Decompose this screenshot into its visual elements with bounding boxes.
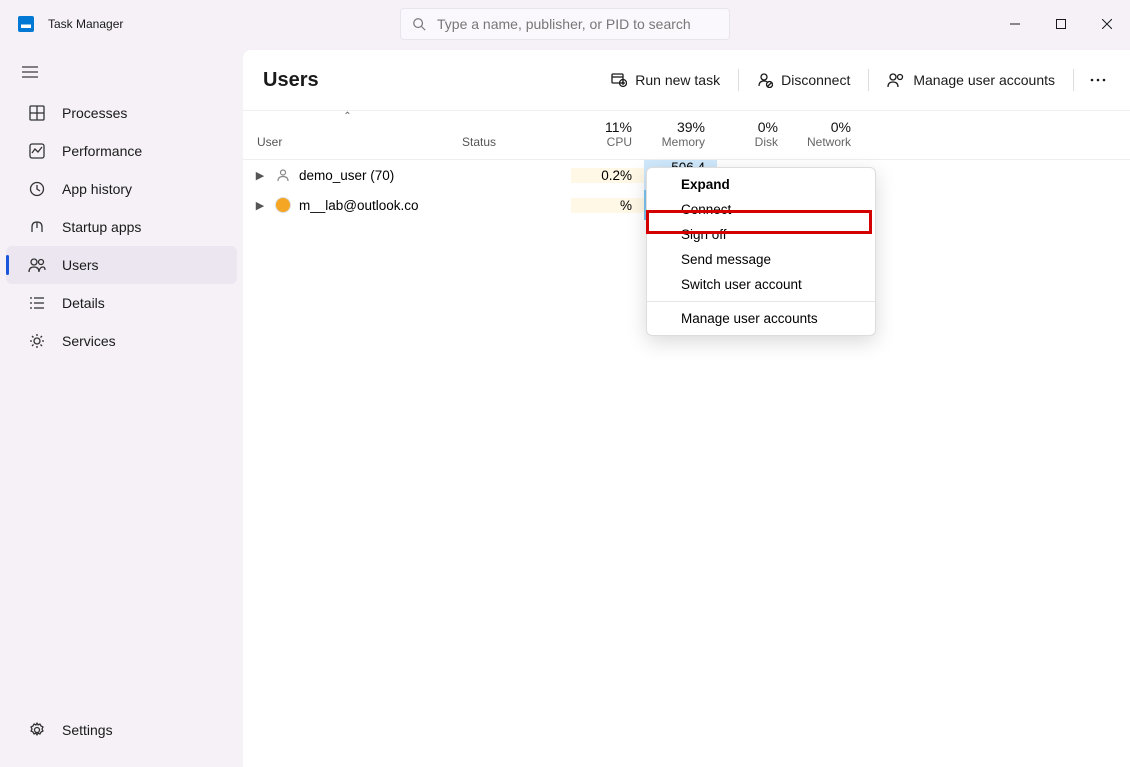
sidebar-item-app-history[interactable]: App history bbox=[6, 170, 237, 208]
user-name: m__lab@outlook.co bbox=[299, 198, 419, 213]
main-panel: Users Run new task Disconnect Manage use… bbox=[243, 50, 1130, 767]
sidebar-item-label: Services bbox=[62, 333, 116, 349]
grid-icon bbox=[28, 104, 46, 122]
disconnect-button[interactable]: Disconnect bbox=[745, 66, 862, 94]
sort-caret-icon: ⌃ bbox=[343, 111, 351, 122]
users-icon bbox=[28, 256, 46, 274]
column-header-network[interactable]: 0% Network bbox=[790, 111, 863, 159]
sidebar-item-label: Startup apps bbox=[62, 219, 141, 235]
context-menu-sign-off[interactable]: Sign off bbox=[647, 222, 875, 247]
column-header-cpu[interactable]: 11% CPU bbox=[571, 111, 644, 159]
user-avatar-icon bbox=[275, 197, 291, 213]
column-header-disk[interactable]: 0% Disk bbox=[717, 111, 790, 159]
context-menu-switch-user[interactable]: Switch user account bbox=[647, 272, 875, 297]
context-menu-send-message[interactable]: Send message bbox=[647, 247, 875, 272]
more-icon bbox=[1090, 78, 1106, 82]
sidebar-item-settings[interactable]: Settings bbox=[6, 711, 237, 749]
search-icon bbox=[412, 17, 426, 31]
table-header: ⌃ User Status 11% CPU 39% Memory 0% Disk… bbox=[243, 111, 1130, 160]
context-menu-connect[interactable]: Connect bbox=[647, 197, 875, 222]
run-new-task-button[interactable]: Run new task bbox=[599, 66, 732, 94]
hamburger-button[interactable] bbox=[0, 56, 243, 88]
search-container bbox=[400, 8, 730, 40]
gear-icon bbox=[28, 721, 46, 739]
app-title: Task Manager bbox=[48, 17, 123, 31]
column-header-status[interactable]: Status bbox=[452, 111, 571, 159]
context-menu-manage-accounts[interactable]: Manage user accounts bbox=[647, 306, 875, 331]
sidebar-item-label: Processes bbox=[62, 105, 127, 121]
app-icon bbox=[18, 16, 34, 32]
sidebar: Processes Performance App history Startu… bbox=[0, 48, 243, 767]
sidebar-item-label: Settings bbox=[62, 722, 113, 738]
page-title: Users bbox=[263, 69, 319, 92]
manage-accounts-icon bbox=[887, 72, 905, 88]
sidebar-item-label: Performance bbox=[62, 143, 142, 159]
maximize-button[interactable] bbox=[1038, 8, 1084, 40]
disconnect-icon bbox=[757, 72, 773, 88]
sidebar-item-performance[interactable]: Performance bbox=[6, 132, 237, 170]
column-header-user[interactable]: ⌃ User bbox=[243, 111, 452, 159]
sidebar-item-processes[interactable]: Processes bbox=[6, 94, 237, 132]
minimize-button[interactable] bbox=[992, 8, 1038, 40]
expand-icon[interactable]: ▶ bbox=[253, 199, 267, 212]
sidebar-item-label: App history bbox=[62, 181, 132, 197]
context-menu-expand[interactable]: Expand bbox=[647, 172, 875, 197]
sidebar-item-users[interactable]: Users bbox=[6, 246, 237, 284]
sidebar-item-services[interactable]: Services bbox=[6, 322, 237, 360]
startup-icon bbox=[28, 218, 46, 236]
details-icon bbox=[28, 294, 46, 312]
user-icon bbox=[275, 167, 291, 183]
more-options-button[interactable] bbox=[1080, 72, 1116, 88]
history-icon bbox=[28, 180, 46, 198]
context-menu: Expand Connect Sign off Send message Swi… bbox=[646, 167, 876, 336]
user-name: demo_user (70) bbox=[299, 168, 394, 183]
expand-icon[interactable]: ▶ bbox=[253, 169, 267, 182]
sidebar-item-details[interactable]: Details bbox=[6, 284, 237, 322]
cpu-cell: % bbox=[571, 198, 644, 213]
manage-accounts-button[interactable]: Manage user accounts bbox=[875, 66, 1067, 94]
cpu-cell: 0.2% bbox=[571, 168, 644, 183]
services-icon bbox=[28, 332, 46, 350]
column-header-memory[interactable]: 39% Memory bbox=[644, 111, 717, 159]
sidebar-item-startup-apps[interactable]: Startup apps bbox=[6, 208, 237, 246]
run-task-icon bbox=[611, 72, 627, 88]
sidebar-item-label: Details bbox=[62, 295, 105, 311]
search-input[interactable] bbox=[400, 8, 730, 40]
sidebar-item-label: Users bbox=[62, 257, 99, 273]
close-button[interactable] bbox=[1084, 8, 1130, 40]
performance-icon bbox=[28, 142, 46, 160]
